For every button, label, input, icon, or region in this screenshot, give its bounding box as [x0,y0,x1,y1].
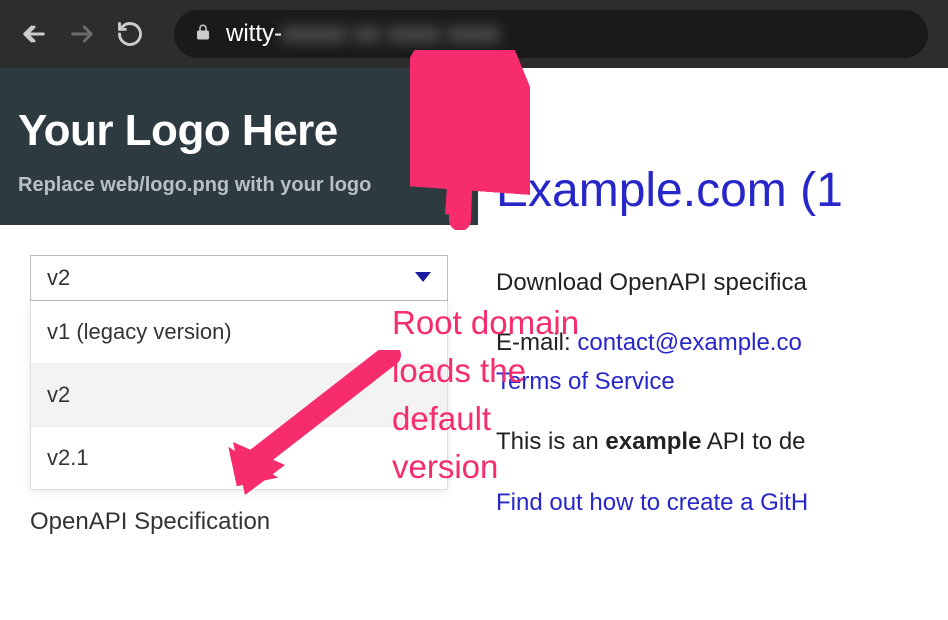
page-content: Your Logo Here Replace web/logo.png with… [0,68,948,620]
email-link[interactable]: contact@example.co [577,329,801,356]
lock-icon [194,22,212,47]
spec-label: OpenAPI Specification [0,490,478,536]
page-title: Example.com (1 [496,163,948,218]
download-text: Download OpenAPI specifica [496,264,948,302]
version-option-v2-1[interactable]: v2.1 [31,427,447,489]
version-select[interactable]: v2 [30,255,448,301]
logo-subtitle: Replace web/logo.png with your logo [18,174,460,197]
reload-button[interactable] [116,20,144,48]
sidebar: Your Logo Here Replace web/logo.png with… [0,68,478,620]
version-selector-container: v2 v1 (legacy version) v2 v2.1 [0,225,478,490]
version-option-v2[interactable]: v2 [31,364,447,427]
main-content: Example.com (1 Download OpenAPI specific… [478,68,948,620]
terms-link[interactable]: Terms of Service [496,363,948,401]
description-line: This is an example API to de [496,423,948,461]
version-option-v1[interactable]: v1 (legacy version) [31,301,447,364]
email-label: E-mail: [496,329,577,356]
find-out-link[interactable]: Find out how to create a GitH [496,484,948,522]
url-text: witty-xxxxx xx xxxx xxxx [226,20,500,48]
back-button[interactable] [20,20,48,48]
email-line: E-mail: contact@example.co [496,324,948,362]
chevron-down-icon [415,269,431,287]
logo-title: Your Logo Here [18,106,460,156]
version-select-value: v2 [47,265,70,291]
logo-banner: Your Logo Here Replace web/logo.png with… [0,68,478,225]
address-bar[interactable]: witty-xxxxx xx xxxx xxxx [174,10,928,58]
browser-toolbar: witty-xxxxx xx xxxx xxxx [0,0,948,68]
forward-button[interactable] [68,20,96,48]
version-dropdown: v1 (legacy version) v2 v2.1 [30,301,448,490]
